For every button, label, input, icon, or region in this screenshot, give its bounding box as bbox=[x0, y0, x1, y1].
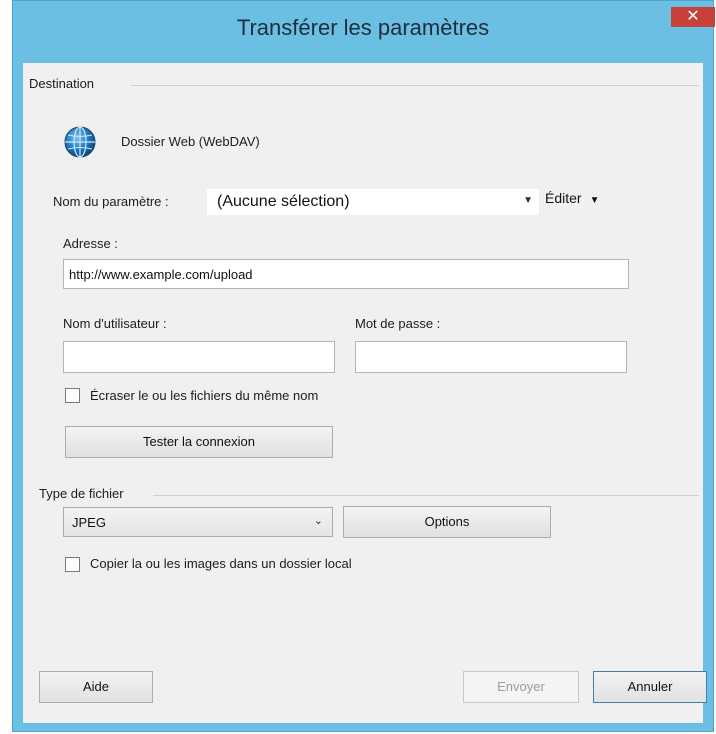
password-field[interactable] bbox=[355, 341, 627, 373]
server-type-label: Dossier Web (WebDAV) bbox=[121, 134, 260, 149]
dialog-body: Destination Dossier Web (WebDAV) Nom du … bbox=[23, 63, 707, 723]
copy-local-label: Copier la ou les images dans un dossier … bbox=[90, 556, 352, 571]
test-connection-button[interactable]: Tester la connexion bbox=[65, 426, 333, 458]
close-icon[interactable]: ✕ bbox=[671, 7, 715, 27]
username-field[interactable] bbox=[63, 341, 335, 373]
overwrite-label: Écraser le ou les fichiers du même nom bbox=[90, 388, 319, 403]
file-type-divider bbox=[153, 495, 699, 496]
destination-group-title: Destination bbox=[29, 76, 95, 91]
chevron-down-icon: ⌄ bbox=[313, 515, 323, 527]
edit-menu-label: Éditer bbox=[545, 190, 582, 206]
cancel-button[interactable]: Annuler bbox=[593, 671, 707, 703]
overwrite-checkbox[interactable] bbox=[65, 388, 80, 403]
username-label: Nom d'utilisateur : bbox=[63, 316, 167, 331]
address-label: Adresse : bbox=[63, 236, 118, 251]
password-label: Mot de passe : bbox=[355, 316, 441, 331]
title-bar[interactable]: Transférer les paramètres ✕ bbox=[13, 1, 715, 63]
address-field[interactable] bbox=[63, 259, 629, 289]
transfer-settings-dialog: Transférer les paramètres ✕ Destination bbox=[12, 0, 716, 734]
file-type-select[interactable]: JPEG ⌄ bbox=[63, 507, 333, 537]
globe-icon bbox=[64, 126, 96, 158]
setting-name-combobox[interactable]: (Aucune sélection) ▼ bbox=[207, 189, 539, 215]
file-type-value: JPEG bbox=[72, 515, 106, 530]
destination-divider bbox=[131, 85, 699, 86]
options-button[interactable]: Options bbox=[343, 506, 551, 538]
file-type-group-title: Type de fichier bbox=[39, 486, 124, 501]
dropdown-arrow-icon: ▼ bbox=[589, 195, 600, 206]
setting-name-value: (Aucune sélection) bbox=[217, 193, 350, 210]
edit-menu-button[interactable]: Éditer ▼ bbox=[545, 190, 599, 206]
help-button[interactable]: Aide bbox=[39, 671, 153, 703]
copy-local-checkbox[interactable] bbox=[65, 557, 80, 572]
window-title: Transférer les paramètres bbox=[236, 15, 490, 40]
send-button[interactable]: Envoyer bbox=[463, 671, 579, 703]
dropdown-arrow-icon: ▼ bbox=[523, 195, 533, 206]
window-frame: Transférer les paramètres ✕ Destination bbox=[12, 0, 715, 732]
setting-name-label: Nom du paramètre : bbox=[53, 194, 169, 209]
